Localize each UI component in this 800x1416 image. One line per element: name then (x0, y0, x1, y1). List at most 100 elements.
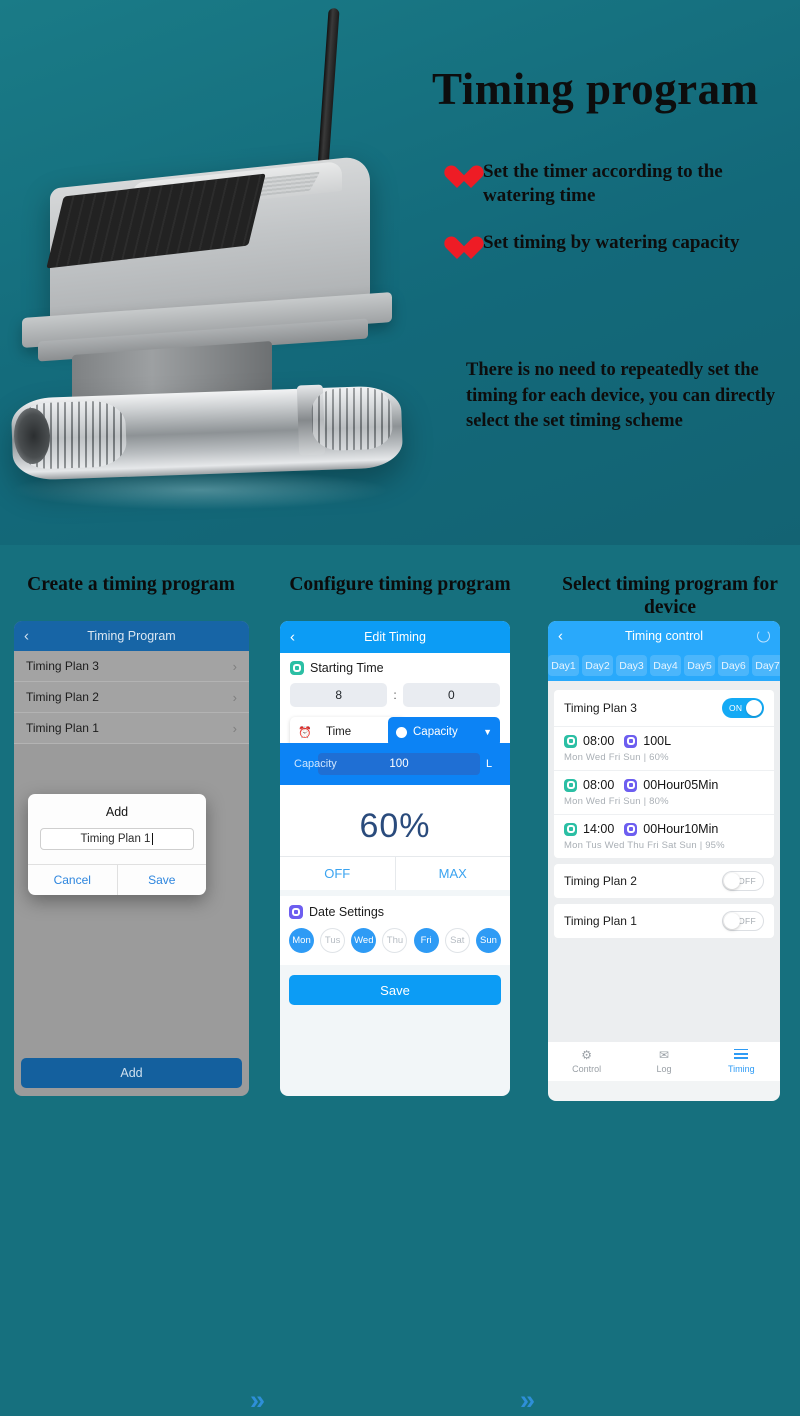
photo-glow (10, 470, 390, 510)
schedule-time: 14:00 (583, 822, 615, 836)
back-icon[interactable]: ‹ (290, 629, 295, 646)
schedule-separator: | (643, 796, 647, 807)
day-chip-mon[interactable]: Mon (289, 928, 314, 953)
day-chip-tus[interactable]: Tus (320, 928, 346, 953)
duration-icon (624, 778, 638, 792)
starting-time-inputs: 8 : 0 (290, 683, 500, 707)
text-caret (152, 833, 154, 845)
schedule-row[interactable]: 14:00 00Hour10Min Mon Tus Wed Thu Fri Sa… (554, 814, 774, 858)
timing-plan-row[interactable]: Timing Plan 2 OFF (554, 864, 774, 898)
schedule-row[interactable]: 08:00 100L Mon Wed Fri Sun | 60% (554, 726, 774, 770)
capacity-slider[interactable]: 100 (318, 753, 480, 775)
tab-day7[interactable]: Day7 (752, 655, 780, 676)
back-icon[interactable]: ‹ (558, 628, 563, 645)
hero-bullet-item: Set the timer according to the watering … (443, 160, 793, 209)
day-chip-fri[interactable]: Fri (413, 928, 439, 953)
phone-screen-timing-program: ‹ Timing Program Timing Plan 3 › Timing … (14, 621, 249, 1096)
step-column-3: Select timing program for device ‹ Timin… (548, 545, 792, 1101)
max-button[interactable]: MAX (394, 857, 511, 890)
chevron-down-icon: ▼ (483, 727, 492, 737)
time-mode-label: Time (326, 726, 352, 738)
starting-time-label: Starting Time (310, 661, 384, 675)
save-button[interactable]: Save (289, 975, 501, 1005)
minute-input[interactable]: 0 (402, 683, 500, 707)
phone2-header-title: Edit Timing (364, 630, 426, 644)
percent-value: 60% (280, 795, 510, 856)
schedule-row[interactable]: 08:00 00Hour05Min Mon Wed Fri Sun | 80% (554, 770, 774, 814)
day-chip-thu[interactable]: Thu (382, 928, 408, 953)
plan-toggle[interactable]: ON (722, 698, 764, 718)
hero-bullet-text: Set timing by watering capacity (483, 231, 740, 253)
hero-bullet-item: Set timing by watering capacity (443, 231, 793, 261)
tab-day4[interactable]: Day4 (650, 655, 681, 676)
plan-toggle[interactable]: OFF (722, 871, 764, 891)
clock-icon (290, 661, 304, 675)
phone-screen-edit-timing: ‹ Edit Timing Starting Time 8 : 0 ⏰ Time (280, 621, 510, 1096)
tab-day2[interactable]: Day2 (582, 655, 613, 676)
capacity-slider-label: Capacity (294, 758, 337, 770)
schedule-separator: | (643, 752, 647, 763)
tab-day3[interactable]: Day3 (616, 655, 647, 676)
tab-log[interactable]: ✉ Log (625, 1049, 702, 1074)
plan-name-input[interactable]: Timing Plan 1 (40, 828, 194, 850)
tab-timing[interactable]: Timing (703, 1048, 780, 1074)
day-chip-sat[interactable]: Sat (444, 928, 470, 953)
schedule-time: 08:00 (583, 778, 615, 792)
envelope-icon: ✉ (658, 1048, 670, 1062)
step-title-2: Configure timing program (289, 574, 511, 595)
tab-day6[interactable]: Day6 (718, 655, 749, 676)
pipe-thread-right (310, 386, 394, 452)
step-title-1: Create a timing program (27, 574, 235, 595)
timing-plan-name: Timing Plan 1 (564, 914, 637, 928)
heart-icon (443, 235, 471, 261)
plan-toggle[interactable]: OFF (722, 911, 764, 931)
timing-plan-list: Timing Plan 3 › Timing Plan 2 › Timing P… (14, 651, 249, 744)
schedule-amount: 00Hour10Min (643, 822, 719, 836)
hour-input[interactable]: 8 (290, 683, 388, 707)
date-settings-label: Date Settings (309, 905, 385, 919)
off-max-row: OFF MAX (280, 856, 510, 890)
schedule-days-text: Mon Tus Wed Thu Fri Sat Sun (564, 840, 697, 851)
step-arrow-2: » (520, 1385, 535, 1415)
timing-control-body: Timing Plan 3 ON 08:00 100L Mon Wed Fri … (548, 681, 780, 1081)
schedule-days: Mon Wed Fri Sun | 60% (564, 752, 764, 763)
refresh-icon[interactable] (757, 629, 770, 643)
plan-name-input-value: Timing Plan 1 (80, 833, 151, 845)
duration-icon (624, 822, 638, 836)
hero-bullet-text: Set the timer according to the watering … (483, 161, 723, 207)
list-item[interactable]: Timing Plan 3 › (14, 651, 249, 682)
day-selector: Mon Tus Wed Thu Fri Sat Sun (289, 928, 501, 953)
off-button[interactable]: OFF (280, 857, 395, 890)
dialog-title: Add (105, 805, 129, 819)
list-item[interactable]: Timing Plan 1 › (14, 713, 249, 744)
timing-plan-row[interactable]: Timing Plan 1 OFF (554, 904, 774, 938)
day-chip-sun[interactable]: Sun (475, 928, 501, 953)
timing-plan-card-header: Timing Plan 3 ON (554, 690, 774, 726)
dialog-actions: Cancel Save (28, 864, 206, 895)
step-column-1: Create a timing program ‹ Timing Program… (8, 545, 254, 1096)
cancel-button[interactable]: Cancel (28, 865, 117, 895)
back-icon[interactable]: ‹ (24, 628, 29, 645)
tab-day1[interactable]: Day1 (548, 655, 579, 676)
timing-plan-name: Timing Plan 3 (564, 701, 637, 715)
save-button[interactable]: Save (116, 865, 207, 895)
gear-icon: ⚙ (581, 1048, 593, 1062)
tab-control[interactable]: ⚙ Control (548, 1049, 625, 1074)
day-chip-wed[interactable]: Wed (351, 928, 377, 953)
capacity-mode-label: Capacity (413, 726, 458, 738)
step-column-2: Configure timing program ‹ Edit Timing S… (280, 545, 520, 1096)
timing-plan-name: Timing Plan 2 (564, 874, 637, 888)
phone1-header-title: Timing Program (87, 629, 176, 643)
schedule-separator: | (699, 840, 703, 851)
capacity-slider-band: Capacity 100 L (280, 743, 510, 785)
schedule-days-text: Mon Wed Fri Sun (564, 752, 641, 763)
time-separator: : (393, 688, 397, 702)
add-button[interactable]: Add (21, 1058, 242, 1088)
tab-log-label: Log (656, 1064, 672, 1074)
hero-bullet-list: Set the timer according to the watering … (443, 160, 793, 283)
tab-day5[interactable]: Day5 (684, 655, 715, 676)
phone-screen-timing-control: ‹ Timing control Day1 Day2 Day3 Day4 Day… (548, 621, 780, 1101)
schedule-days: Mon Wed Fri Sun | 80% (564, 796, 764, 807)
list-item[interactable]: Timing Plan 2 › (14, 682, 249, 713)
schedule-days-text: Mon Wed Fri Sun (564, 796, 641, 807)
